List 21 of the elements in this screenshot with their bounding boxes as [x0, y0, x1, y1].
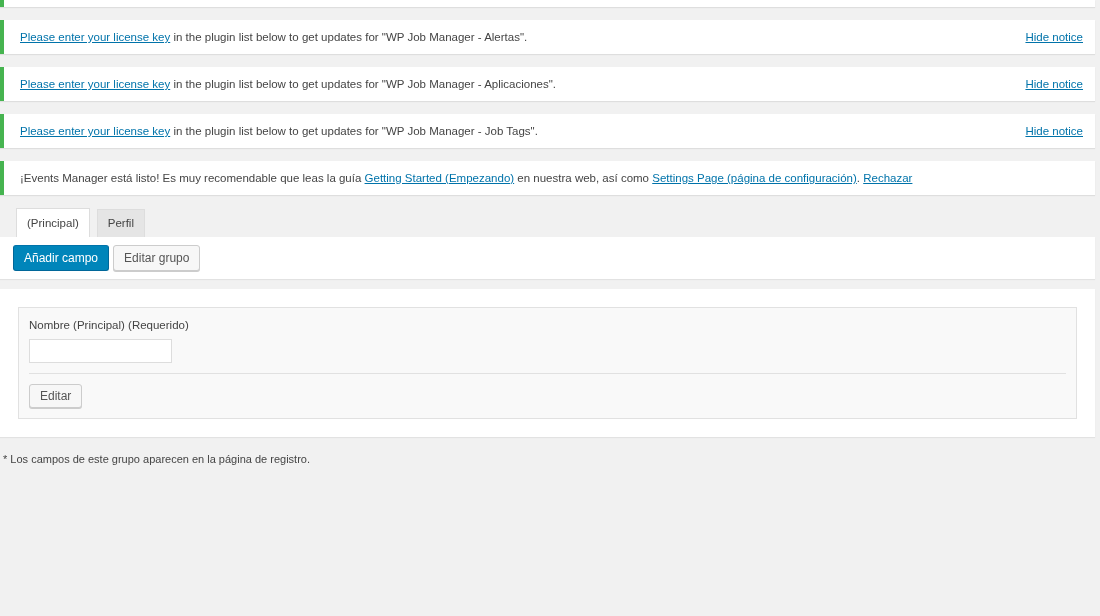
edit-button[interactable]: Editar [29, 384, 83, 408]
edit-group-button[interactable]: Editar grupo [113, 245, 201, 271]
notice-link[interactable]: Settings Page (página de configuración) [652, 172, 857, 184]
tab[interactable]: Perfil [96, 209, 145, 237]
footnote-text: * Los campos de este grupo aparecen en la página de registro. [3, 453, 311, 465]
notice-message: Please enter your license key in the plugin list below to get updates for "WP Job Manager - Aplicaciones". [20, 78, 556, 90]
notice-link[interactable]: Please enter your license key [20, 31, 171, 43]
input-field[interactable] [29, 339, 172, 363]
hide-notice-link[interactable]: Hide notice [1025, 78, 1083, 90]
add-field-button[interactable]: Añadir campo [13, 245, 110, 271]
hide-notice-link[interactable]: Hide notice [1025, 125, 1083, 137]
notice-message: Please enter your license key in the plugin list below to get updates for "WP Job Manager - Alertas". [20, 31, 528, 43]
tab[interactable]: (Principal) [16, 208, 90, 237]
notice-link[interactable]: Please enter your license key [20, 78, 171, 90]
field-label: Nombre (Principal) (Requerido) [29, 319, 190, 331]
notice-link[interactable]: Getting Started (Empezando) [364, 172, 515, 184]
notice-link[interactable]: Please enter your license key [20, 125, 171, 137]
hide-notice-link[interactable]: Hide notice [1025, 31, 1083, 43]
notice-link[interactable]: Rechazar [863, 172, 913, 184]
notice-message: Please enter your license key in the plugin list below to get updates for "WP Job Manager - Job Tags". [20, 125, 538, 137]
notice-message: ¡Events Manager está listo! Es muy recomendable que leas la guía Getting Started (Empezando) en nuestra web, así como Settings Page (página de configuración). Rechazar [20, 172, 913, 184]
